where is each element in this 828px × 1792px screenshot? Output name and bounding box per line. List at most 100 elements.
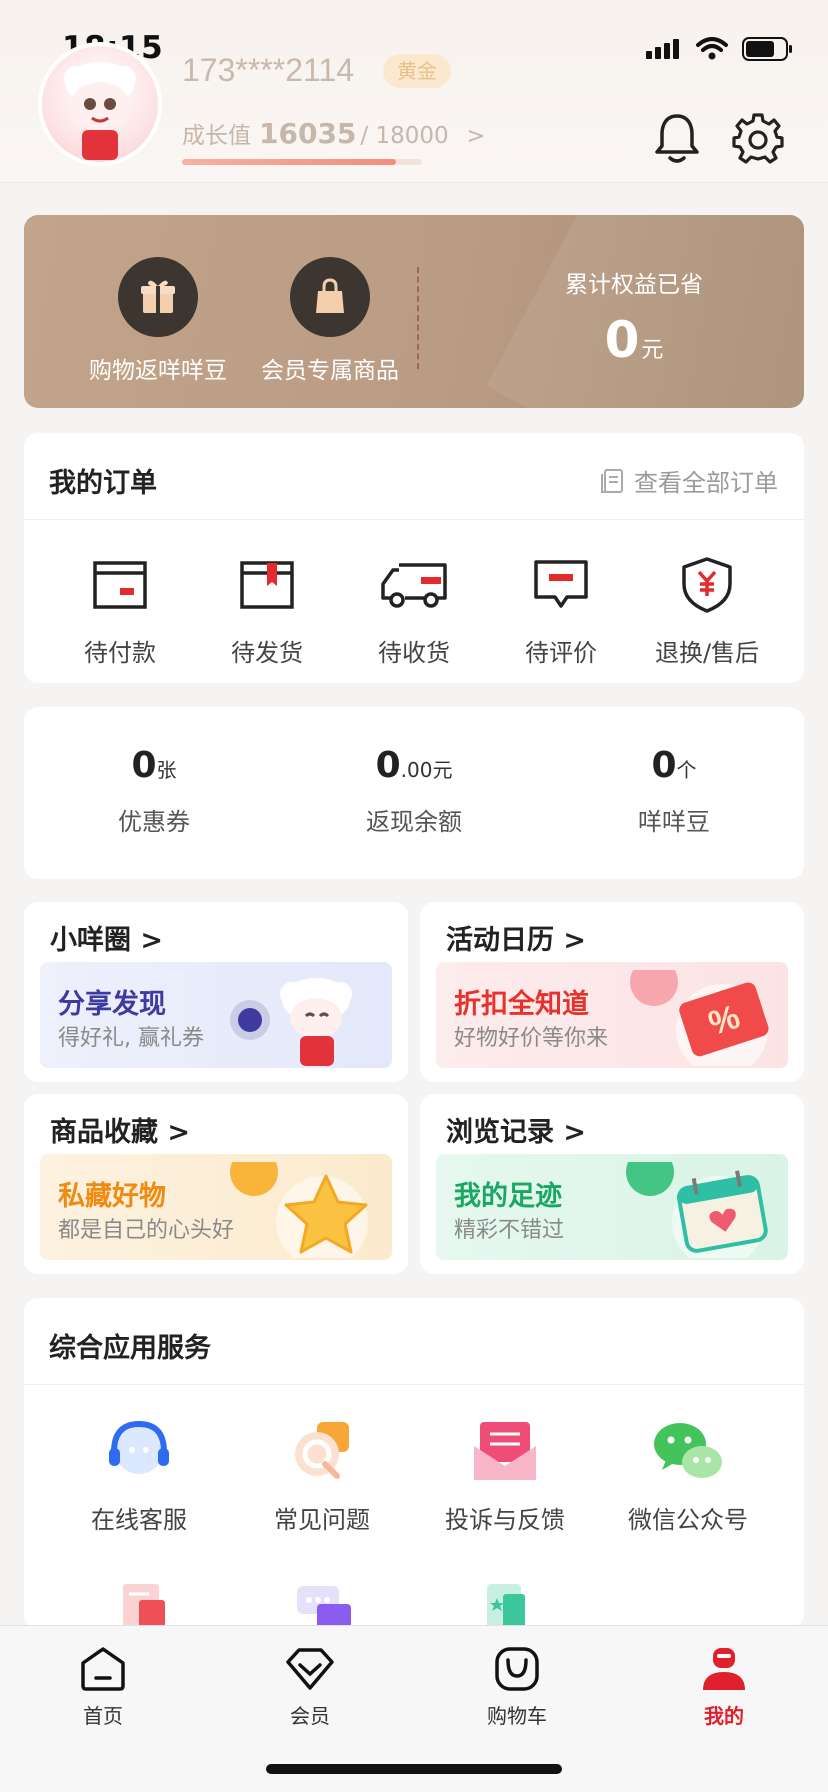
banner-title: 折扣全知道	[454, 989, 589, 1020]
tile-title: 小咩圈 >	[50, 925, 164, 956]
tile-banner[interactable]: 折扣全知道 好物好价等你来 %	[436, 962, 788, 1068]
bookmark-icon	[487, 1584, 525, 1630]
service-label: 微信公众号	[628, 1506, 748, 1534]
tab-home[interactable]: 首页	[43, 1644, 163, 1729]
tile-community[interactable]: 小咩圈 > 分享发现 得好礼, 赢礼券	[24, 902, 408, 1082]
tile-banner[interactable]: 我的足迹 精彩不错过	[436, 1154, 788, 1260]
document-icon	[601, 468, 623, 493]
bell-icon[interactable]	[654, 112, 700, 164]
headset-icon	[109, 1420, 169, 1474]
benefit-saved-value: 0	[604, 311, 640, 369]
tile-browsing-history[interactable]: 浏览记录 > 我的足迹 精彩不错过	[420, 1094, 804, 1274]
avatar[interactable]	[38, 42, 162, 166]
benefit-label: 会员专属商品	[261, 358, 399, 384]
chevron-right-icon: >	[466, 124, 486, 149]
profile-icon	[703, 1648, 745, 1690]
banner-subtitle: 得好礼, 赢礼券	[58, 1026, 204, 1051]
status-icons	[646, 36, 794, 62]
tab-cart[interactable]: 购物车	[457, 1644, 577, 1729]
mail-icon	[474, 1422, 536, 1480]
growth-progress-bar	[182, 159, 422, 165]
service-wechat-account[interactable]: 微信公众号	[598, 1416, 778, 1535]
growth-value-row[interactable]: 成长值 16035 / 18000 >	[182, 116, 485, 150]
order-label: 待收货	[378, 639, 450, 667]
benefit-cashback[interactable]: 购物返咩咩豆	[73, 257, 243, 385]
order-label: 退换/售后	[654, 639, 760, 667]
tab-label: 首页	[83, 1704, 123, 1728]
view-all-label: 查看全部订单	[634, 469, 778, 497]
asset-label: 咩咩豆	[638, 808, 710, 836]
assets-card: 0张 优惠券 0.00元 返现余额 0个 咩咩豆	[24, 707, 804, 879]
services-title: 综合应用服务	[49, 1333, 211, 1364]
order-pending-shipment[interactable]: 待发货	[197, 555, 337, 668]
tab-profile[interactable]: 我的	[664, 1644, 784, 1729]
tile-title: 商品收藏 >	[50, 1117, 191, 1148]
chat-bubble-icon	[297, 1586, 351, 1630]
tile-favorites[interactable]: 商品收藏 > 私藏好物 都是自己的心头好	[24, 1094, 408, 1274]
asset-unit: 个	[676, 758, 697, 782]
shield-yen-icon	[682, 557, 732, 613]
banner-title: 分享发现	[58, 989, 166, 1020]
orders-title: 我的订单	[49, 468, 157, 499]
tab-label: 我的	[704, 1704, 744, 1728]
service-label: 投诉与反馈	[445, 1506, 565, 1534]
wechat-icon	[654, 1423, 722, 1478]
banner-title: 我的足迹	[454, 1181, 562, 1212]
home-indicator	[266, 1764, 562, 1774]
signal-icon	[646, 39, 679, 59]
gear-icon[interactable]	[732, 112, 784, 164]
battery-icon	[742, 37, 792, 61]
growth-current: 16035	[259, 117, 357, 150]
banner-subtitle: 都是自己的心头好	[58, 1218, 235, 1243]
view-all-orders-link[interactable]: 查看全部订单	[600, 463, 778, 498]
discount-ticket-icon: %	[630, 970, 769, 1066]
tile-banner[interactable]: 分享发现 得好礼, 赢礼券	[40, 962, 392, 1068]
benefit-label: 购物返咩咩豆	[89, 358, 227, 384]
banner-subtitle: 好物好价等你来	[454, 1026, 609, 1051]
asset-cashback-balance[interactable]: 0.00元 返现余额	[314, 745, 514, 837]
tile-activity-calendar[interactable]: 活动日历 > 折扣全知道 好物好价等你来 %	[420, 902, 804, 1082]
my-orders-card: 我的订单 查看全部订单 待付款 待发货 待收货 待评价 退换/售后	[24, 433, 804, 683]
phone-number: 173****2114	[182, 52, 355, 88]
shopping-bag-icon	[316, 278, 344, 313]
profile-header: 18:15 173****2114 黄金 成长值 16035	[0, 0, 828, 183]
asset-coupons[interactable]: 0张 优惠券	[54, 745, 254, 837]
order-label: 待发货	[231, 639, 303, 667]
order-pending-receipt[interactable]: 待收货	[344, 555, 484, 668]
order-label: 待付款	[84, 639, 156, 667]
comment-icon	[534, 560, 588, 608]
package-icon	[240, 561, 294, 609]
gift-icon	[141, 280, 175, 313]
asset-mie-beans[interactable]: 0个 咩咩豆	[574, 745, 774, 837]
cart-icon	[495, 1647, 539, 1691]
banner-title: 私藏好物	[58, 1181, 166, 1212]
asset-unit: 元	[432, 758, 453, 782]
tile-banner[interactable]: 私藏好物 都是自己的心头好	[40, 1154, 392, 1260]
member-icon	[286, 1648, 334, 1690]
asset-value: 0	[651, 745, 677, 786]
divider	[24, 519, 804, 520]
order-pending-review[interactable]: 待评价	[491, 555, 631, 668]
asset-label: 优惠券	[118, 808, 190, 836]
tab-label: 购物车	[487, 1704, 547, 1728]
wallet-icon	[93, 561, 147, 609]
service-label: 在线客服	[91, 1506, 187, 1534]
question-icon	[295, 1422, 349, 1479]
tile-title: 浏览记录 >	[446, 1117, 587, 1148]
asset-label: 返现余额	[366, 808, 462, 836]
wifi-icon	[696, 37, 728, 60]
tab-member[interactable]: 会员	[250, 1644, 370, 1729]
benefit-saved: 累计权益已省 0元	[524, 265, 744, 369]
service-feedback[interactable]: 投诉与反馈	[415, 1416, 595, 1535]
mascot-icon	[230, 978, 352, 1066]
order-pending-payment[interactable]: 待付款	[50, 555, 190, 668]
truck-icon	[381, 563, 447, 608]
service-online-support[interactable]: 在线客服	[49, 1416, 229, 1535]
service-faq[interactable]: 常见问题	[232, 1416, 412, 1535]
growth-progress-fill	[182, 159, 396, 165]
asset-decimal: .00	[400, 758, 433, 782]
benefit-exclusive-goods[interactable]: 会员专属商品	[245, 257, 415, 385]
order-after-sales[interactable]: 退换/售后	[637, 555, 777, 668]
benefit-saved-unit: 元	[641, 338, 664, 363]
benefit-divider	[417, 267, 419, 369]
